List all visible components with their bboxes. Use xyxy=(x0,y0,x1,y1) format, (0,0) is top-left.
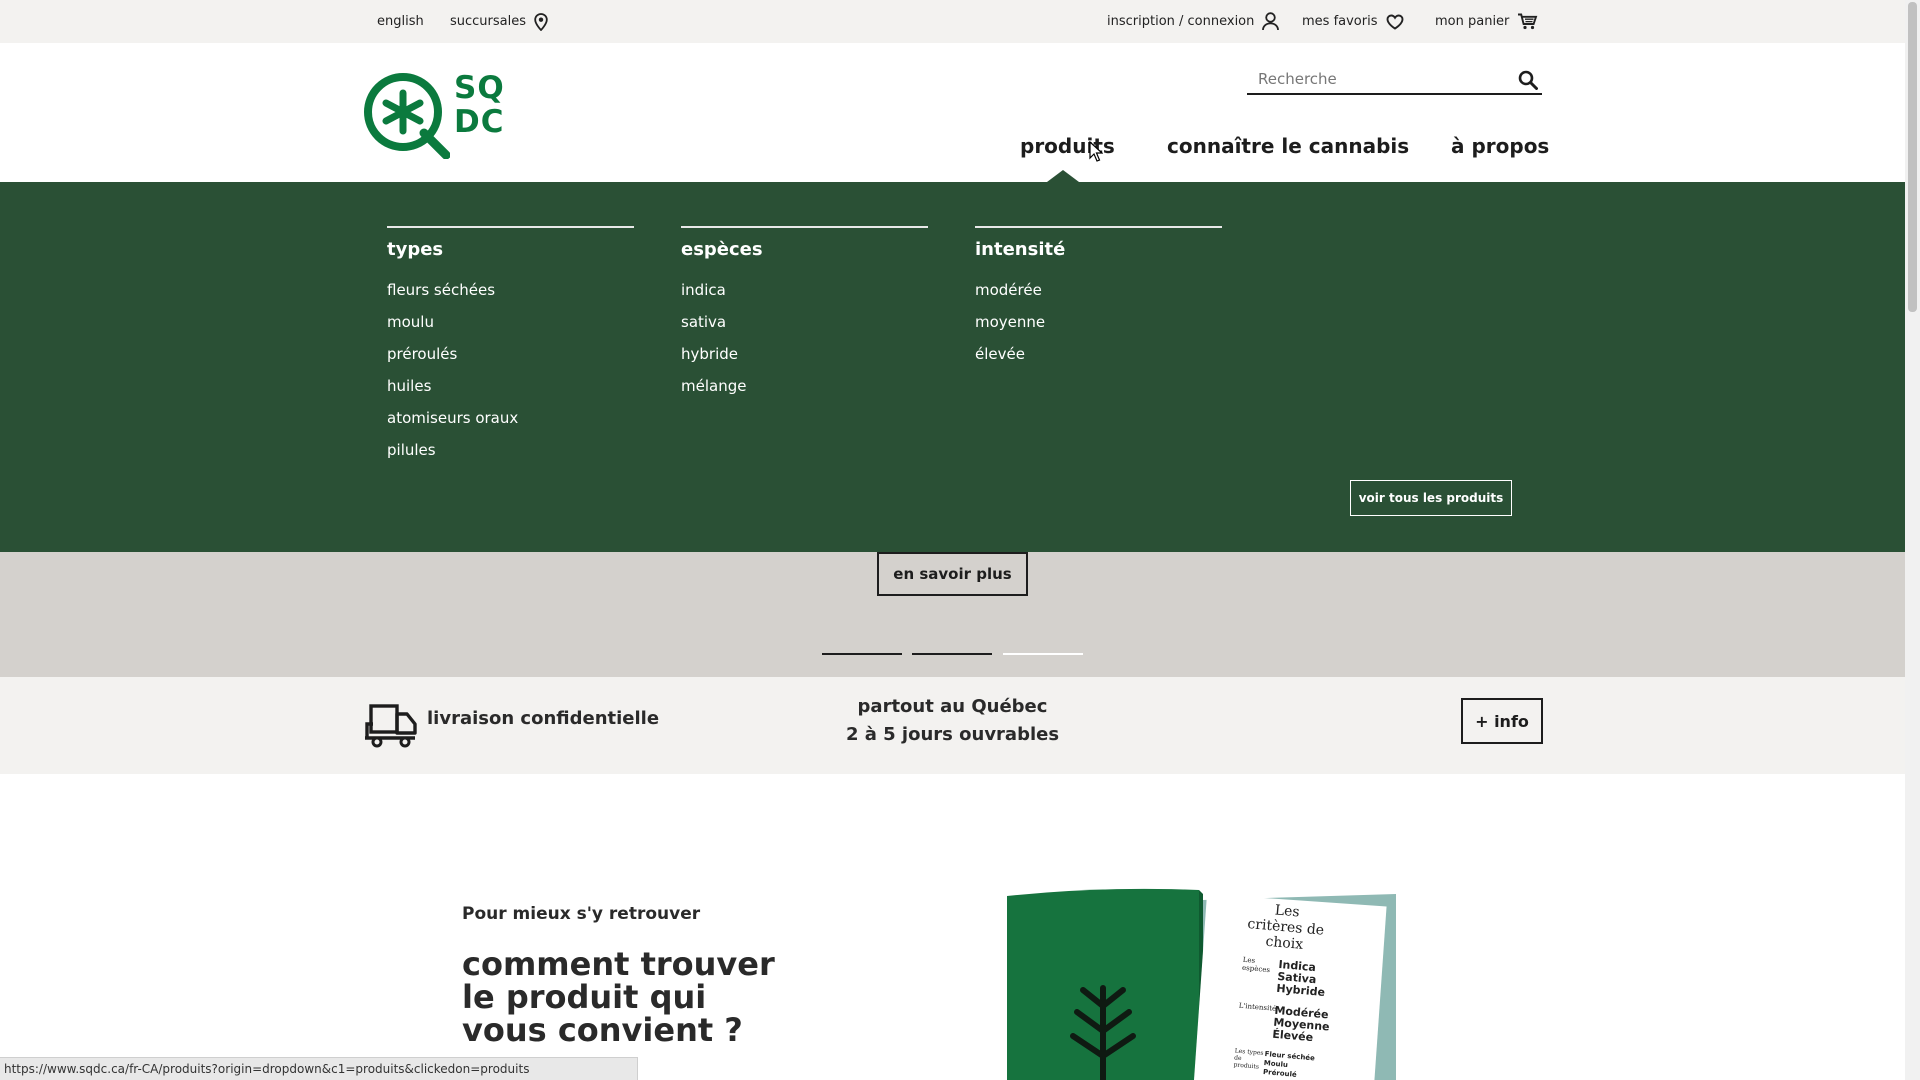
language-link[interactable]: english xyxy=(377,0,424,43)
login-link[interactable]: inscription / connexion xyxy=(1107,0,1280,43)
menu-item-pills[interactable]: pilules xyxy=(387,440,634,472)
search-box xyxy=(1247,65,1542,95)
guide-title: comment trouver le produit qui vous conv… xyxy=(462,945,775,1049)
branches-link[interactable]: succursales xyxy=(450,0,548,43)
sqdc-logo[interactable]: SQ DC xyxy=(362,71,514,159)
menu-item-high[interactable]: élevée xyxy=(975,344,1222,376)
delivery-title: livraison confidentielle xyxy=(427,708,660,729)
menu-column-intensity: intensité modérée moyenne élevée xyxy=(975,226,1222,376)
location-pin-icon xyxy=(534,12,548,31)
column-title: types xyxy=(387,239,444,260)
delivery-details: partout au Québec 2 à 5 jours ouvrables xyxy=(800,693,1105,749)
menu-item-prerolls[interactable]: préroulés xyxy=(387,344,634,376)
login-label: inscription / connexion xyxy=(1107,14,1255,29)
menu-item-dried-flowers[interactable]: fleurs séchées xyxy=(387,280,634,312)
menu-item-oils[interactable]: huiles xyxy=(387,376,634,408)
learn-more-button[interactable]: en savoir plus xyxy=(877,552,1028,596)
site-header: SQ DC produits connaître le cannabis à p… xyxy=(0,43,1905,182)
products-mega-menu: types fleurs séchées moulu préroulés hui… xyxy=(0,182,1905,552)
guide-booklet-image: Les critères de choix Les espèces Indica… xyxy=(1003,886,1403,1080)
branches-label: succursales xyxy=(450,14,527,29)
column-divider xyxy=(681,226,928,228)
book-intensity-label: L'intensité xyxy=(1238,1001,1277,1013)
browser-status-bar: https://www.sqdc.ca/fr-CA/produits?origi… xyxy=(0,1057,638,1080)
delivery-truck-icon xyxy=(365,704,417,748)
sqdc-logo-mark-icon xyxy=(364,73,450,159)
column-divider xyxy=(975,226,1222,228)
menu-item-indica[interactable]: indica xyxy=(681,280,928,312)
scrollbar-thumb[interactable] xyxy=(1908,2,1917,312)
see-all-products-button[interactable]: voir tous les produits xyxy=(1350,480,1512,516)
user-icon xyxy=(1262,12,1280,31)
menu-item-medium[interactable]: moyenne xyxy=(975,312,1222,344)
heart-icon xyxy=(1386,14,1403,30)
cart-icon xyxy=(1518,13,1538,30)
menu-item-hybrid[interactable]: hybride xyxy=(681,344,928,376)
mouse-cursor-icon xyxy=(1089,141,1103,162)
favorites-link[interactable]: mes favoris xyxy=(1302,0,1404,43)
book-heading: Les critères de choix xyxy=(1246,902,1325,953)
carousel-dot-2[interactable] xyxy=(912,653,992,655)
menu-item-sativa[interactable]: sativa xyxy=(681,312,928,344)
delivery-line-1: partout au Québec xyxy=(857,696,1048,717)
logo-text: SQ DC xyxy=(454,70,505,140)
nav-cannabis[interactable]: connaître le cannabis xyxy=(1167,131,1409,161)
menu-item-moderate[interactable]: modérée xyxy=(975,280,1222,312)
book-species-label: Les espèces xyxy=(1241,955,1271,975)
menu-caret xyxy=(1047,170,1079,182)
favorites-label: mes favoris xyxy=(1302,14,1378,29)
delivery-line-2: 2 à 5 jours ouvrables xyxy=(845,724,1060,745)
guide-kicker: Pour mieux s'y retrouver xyxy=(462,904,701,924)
menu-item-ground[interactable]: moulu xyxy=(387,312,634,344)
search-icon[interactable] xyxy=(1518,70,1538,90)
utility-bar: english succursales inscription / connex… xyxy=(0,0,1905,43)
search-input[interactable] xyxy=(1247,65,1502,93)
menu-item-oral-sprays[interactable]: atomiseurs oraux xyxy=(387,408,634,440)
book-types-label: Les types de produits xyxy=(1233,1047,1264,1071)
carousel-dot-3[interactable] xyxy=(1003,653,1083,655)
menu-column-species: espèces indica sativa hybride mélange xyxy=(681,226,928,408)
delivery-info-button[interactable]: + info xyxy=(1461,698,1543,744)
cart-label: mon panier xyxy=(1435,14,1510,29)
hero-banner: en savoir plus xyxy=(0,552,1905,677)
status-url: https://www.sqdc.ca/fr-CA/produits?origi… xyxy=(4,1062,530,1076)
column-title: intensité xyxy=(975,239,1066,260)
menu-item-blend[interactable]: mélange xyxy=(681,376,928,408)
nav-about-label: à propos xyxy=(1451,134,1550,158)
menu-column-types: types fleurs séchées moulu préroulés hui… xyxy=(387,226,634,472)
book-species-3: Hybride xyxy=(1275,981,1326,1000)
delivery-band: livraison confidentielle partout au Québ… xyxy=(0,677,1905,774)
column-title: espèces xyxy=(681,239,763,260)
column-divider xyxy=(387,226,634,228)
nav-about[interactable]: à propos xyxy=(1451,131,1549,161)
cart-link[interactable]: mon panier xyxy=(1435,0,1538,43)
language-label: english xyxy=(377,14,424,29)
carousel-dot-1[interactable] xyxy=(822,653,902,655)
nav-cannabis-label: connaître le cannabis xyxy=(1167,134,1410,158)
